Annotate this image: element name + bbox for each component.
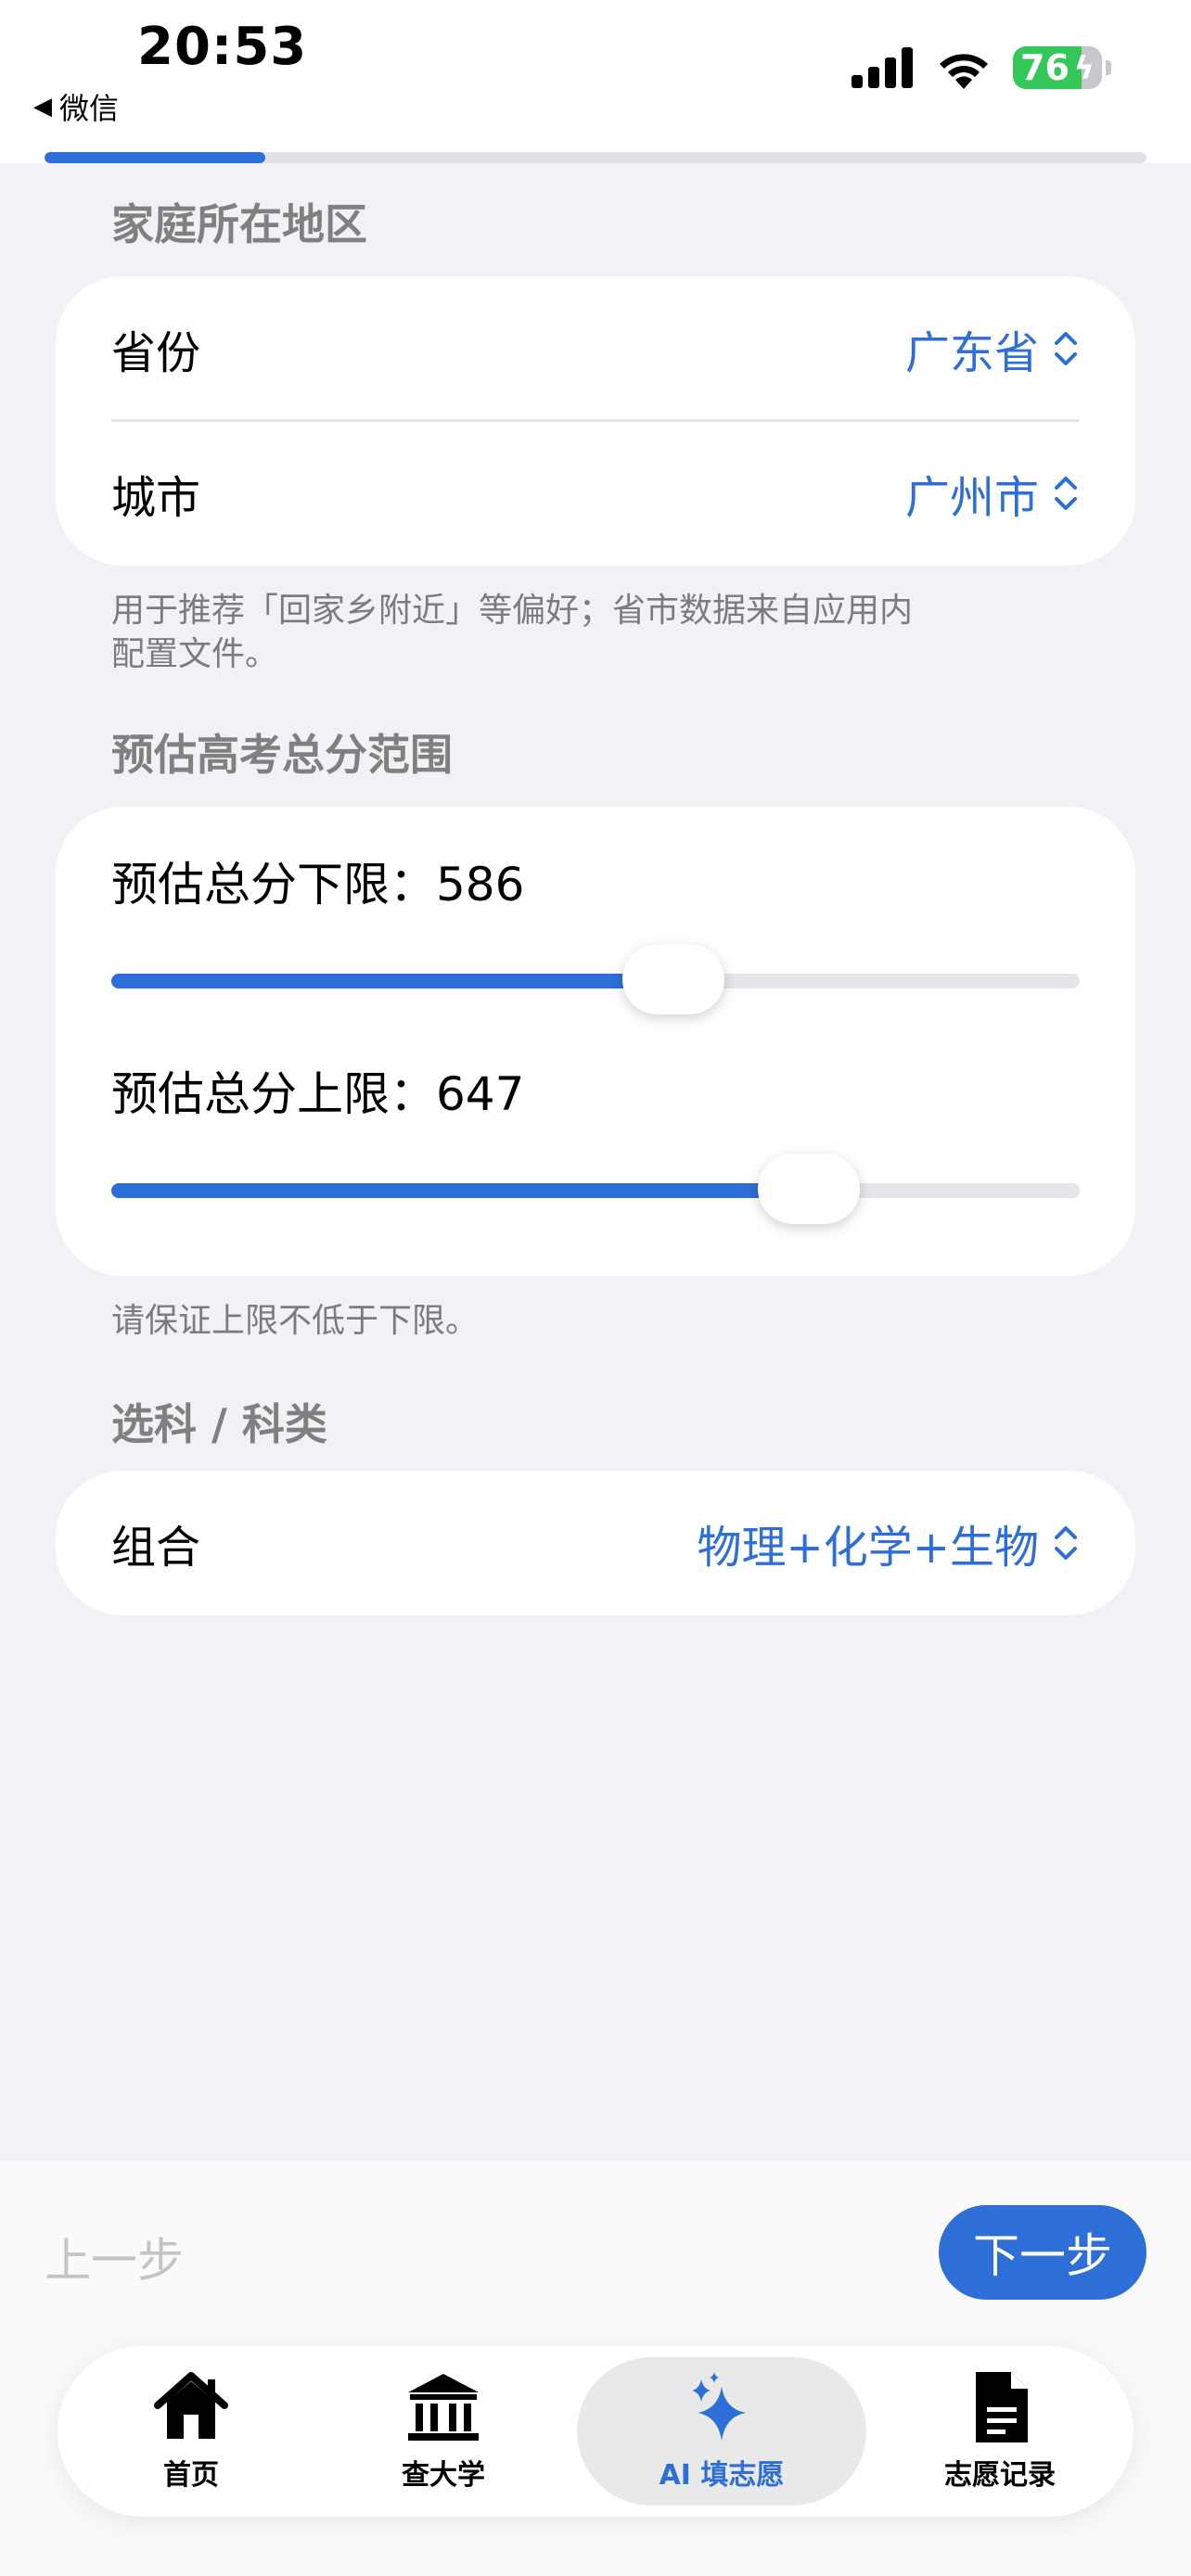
city-value: 广州市: [904, 472, 1039, 524]
score-card: 预估总分下限：586 预估总分上限：647: [56, 807, 1135, 1276]
region-section-title: 家庭所在地区: [111, 199, 367, 249]
tab-universities-label: 查大学: [402, 2459, 485, 2492]
prev-step-button[interactable]: 上一步: [45, 2224, 184, 2290]
tab-bar: 首页 查大学 AI 填志愿 志愿记录: [58, 2346, 1133, 2517]
city-row[interactable]: 城市 广州市: [111, 421, 1080, 566]
combo-label: 组合: [111, 1522, 201, 1574]
building-columns-icon: [408, 2374, 479, 2441]
tab-home-label: 首页: [163, 2459, 219, 2492]
combo-value: 物理+化学+生物: [697, 1522, 1039, 1574]
status-bar: 20:53 ◀ 微信 76 ϟ: [0, 0, 1191, 163]
region-note-line2: 配置文件。: [111, 634, 279, 673]
tab-ai-apply[interactable]: AI 填志愿: [577, 2357, 866, 2506]
lower-bound-slider[interactable]: [111, 944, 1080, 1014]
upper-bound-slider[interactable]: [111, 1154, 1080, 1224]
region-note: 用于推荐「回家乡附近」等偏好；省市数据来自应用内 配置文件。: [111, 590, 1002, 677]
step-progress-bar: [45, 152, 1146, 163]
score-section-title: 预估高考总分范围: [111, 730, 453, 780]
region-note-line1: 用于推荐「回家乡附近」等偏好；省市数据来自应用内: [111, 592, 914, 630]
battery-charging-icon: 76 ϟ: [1013, 46, 1111, 89]
tab-records-label: 志愿记录: [944, 2459, 1056, 2492]
wifi-icon: [940, 54, 988, 89]
step-progress-fill: [45, 152, 265, 163]
upper-bound-fill: [111, 1183, 809, 1198]
subjects-card: 组合 物理+化学+生物: [56, 1471, 1135, 1615]
upper-bound-thumb[interactable]: [757, 1154, 860, 1224]
lower-bound-label: 预估总分下限：586: [111, 858, 525, 912]
status-icons: 76 ϟ: [852, 46, 1111, 89]
chevron-up-down-icon: [1055, 477, 1077, 510]
house-icon: [154, 2372, 228, 2439]
cellular-signal-icon: [852, 47, 913, 88]
battery-level: 76: [1020, 47, 1069, 88]
subjects-section-title: 选科 / 科类: [111, 1399, 327, 1449]
combo-picker[interactable]: 物理+化学+生物: [698, 1511, 1080, 1575]
chevron-up-down-icon: [1055, 332, 1077, 365]
lower-bound-thumb[interactable]: [621, 944, 724, 1014]
back-triangle-icon: ◀: [33, 93, 52, 121]
document-icon: [976, 2372, 1028, 2442]
city-picker[interactable]: 广州市: [905, 461, 1080, 526]
tab-universities[interactable]: 查大学: [317, 2357, 570, 2506]
chevron-up-down-icon: [1055, 1526, 1077, 1560]
tab-records[interactable]: 志愿记录: [874, 2357, 1126, 2506]
lower-bound-fill: [111, 974, 673, 988]
region-card: 省份 广东省 城市 广州市: [56, 276, 1135, 566]
city-label: 城市: [111, 472, 201, 524]
back-app-label: 微信: [59, 91, 120, 126]
next-step-button[interactable]: 下一步: [939, 2205, 1146, 2300]
province-picker[interactable]: 广东省: [905, 316, 1080, 381]
tab-ai-apply-label: AI 填志愿: [659, 2459, 785, 2492]
combo-row[interactable]: 组合 物理+化学+生物: [111, 1471, 1080, 1615]
score-note: 请保证上限不低于下限。: [111, 1302, 480, 1340]
tab-home[interactable]: 首页: [65, 2357, 317, 2506]
province-value: 广东省: [904, 327, 1039, 379]
upper-bound-label: 预估总分上限：647: [111, 1067, 525, 1121]
sparkles-icon: [692, 2372, 746, 2441]
status-time: 20:53: [137, 17, 308, 77]
province-label: 省份: [111, 327, 201, 379]
back-to-app-link[interactable]: ◀ 微信: [33, 85, 119, 128]
province-row[interactable]: 省份 广东省: [111, 276, 1080, 421]
